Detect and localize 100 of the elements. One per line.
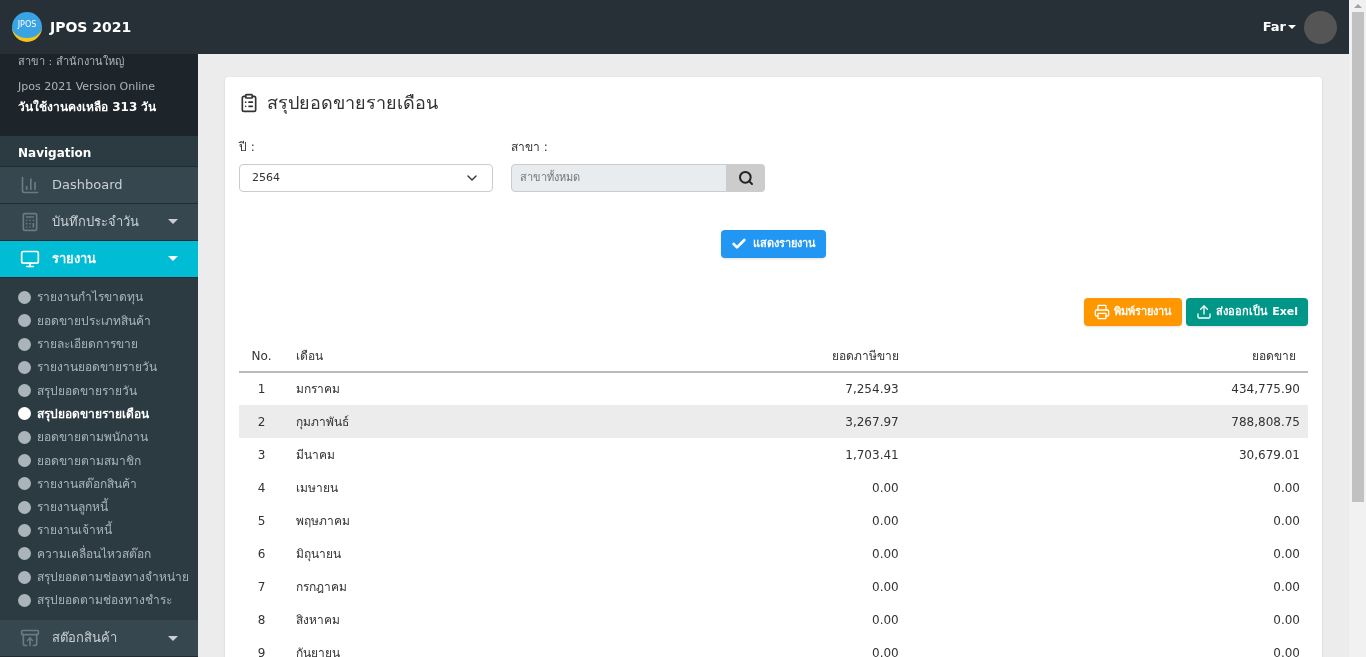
table-row[interactable]: 7 กรกฎาคม 0.00 0.00 [239, 570, 1308, 603]
table-row[interactable]: 3 มีนาคม 1,703.41 30,679.01 [239, 438, 1308, 471]
bullet-icon [18, 384, 31, 398]
table-cell-text: 0.00 [1272, 479, 1301, 497]
bullet-icon [18, 593, 31, 607]
table-cell-text: กันยายน [295, 644, 341, 657]
table-cell-text: กรกฎาคม [295, 578, 348, 596]
bullet-icon [18, 523, 31, 537]
column-header: เดือน [284, 340, 484, 372]
table-row[interactable]: 4 เมษายน 0.00 0.00 [239, 471, 1308, 504]
report-link[interactable]: สรุปยอดขายรายวัน [0, 379, 198, 403]
table-cell-text: 0.00 [871, 512, 900, 530]
table-cell-text: มิถุนายน [295, 545, 342, 564]
table-cell: 434,775.90 [910, 372, 1308, 405]
table-cell-text: 9 [256, 644, 267, 657]
column-header: No. [239, 340, 284, 372]
table-cell: กุมภาพันธ์ [284, 405, 484, 438]
check-icon [731, 236, 747, 252]
table-cell-text: 0.00 [871, 644, 900, 657]
box-icon [20, 628, 40, 648]
version-text: Jpos 2021 Version Online [18, 78, 157, 95]
page-title: สรุปยอดขายรายเดือน [267, 91, 438, 116]
table-cell-text: 5 [256, 512, 267, 530]
show-report-button[interactable]: แสดงรายงาน [721, 230, 826, 258]
report-link[interactable]: สรุปยอดตามช่องทางจำหน่าย [0, 565, 198, 589]
table-cell: 1 [239, 372, 284, 405]
report-link[interactable]: รายงานลูกหนี้ [0, 495, 198, 519]
search-icon [738, 170, 754, 186]
table-row[interactable]: 5 พฤษภาคม 0.00 0.00 [239, 504, 1308, 537]
table-cell-text: 0.00 [1272, 611, 1301, 629]
bullet-icon [18, 570, 31, 584]
report-link[interactable]: รายละเอียดการขาย [0, 332, 198, 356]
monitor-icon [20, 248, 40, 269]
table-cell: มกราคม [284, 372, 484, 405]
branch-text: สาขา : สำนักงานใหญ่ [18, 54, 125, 70]
bullet-icon [18, 291, 31, 304]
column-header: ยอดภาษีขาย [484, 340, 911, 372]
table-cell: 1,703.41 [484, 438, 911, 471]
upload-icon [1196, 304, 1213, 320]
table-row[interactable]: 9 กันยายน 0.00 0.00 [239, 636, 1308, 657]
branch-label: สาขา : [511, 139, 549, 156]
column-header: ยอดขาย [910, 340, 1308, 372]
table-cell: มีนาคม [284, 438, 484, 471]
bullet-icon [18, 337, 31, 351]
nav-item[interactable]: สต๊อกสินค้า [0, 620, 198, 657]
table-cell: 2 [239, 405, 284, 438]
scroll-up-icon [1353, 4, 1362, 8]
report-link[interactable]: ยอดขายตามพนักงาน [0, 425, 198, 449]
report-link[interactable]: รายงานกำไรขาดทุน [0, 285, 198, 310]
table-cell: 788,808.75 [910, 405, 1308, 438]
table-cell-text: 0.00 [871, 479, 900, 497]
branch-field[interactable]: สาขาทั้งหมด [511, 164, 727, 192]
report-link[interactable]: ยอดขายประเภทสินค้า [0, 309, 198, 333]
bullet-icon [18, 454, 31, 468]
table-row[interactable]: 6 มิถุนายน 0.00 0.00 [239, 537, 1308, 570]
table-cell-text: 0.00 [1272, 578, 1301, 596]
table-cell: 30,679.01 [910, 438, 1308, 471]
table-cell-text: 0.00 [1272, 512, 1301, 530]
cash-register-icon [20, 211, 40, 232]
year-select[interactable]: 2564 [239, 164, 493, 192]
table-cell-text: 0.00 [871, 611, 900, 629]
scrollbar-thumb[interactable] [1351, 12, 1364, 502]
bullet-icon [18, 500, 31, 514]
table-row[interactable]: 1 มกราคม 7,254.93 434,775.90 [239, 372, 1308, 405]
table-cell-text: เมษายน [295, 479, 339, 497]
nav-item[interactable]: Dashboard [0, 166, 198, 204]
table-cell-text: 4 [256, 479, 267, 497]
table-cell-text: 7 [256, 578, 267, 596]
table-cell-text: 8 [256, 611, 267, 629]
search-button[interactable] [727, 164, 765, 192]
table-row[interactable]: 8 สิงหาคม 0.00 0.00 [239, 603, 1308, 636]
report-link[interactable]: สรุปยอดขายรายเดือน [0, 402, 198, 426]
report-link[interactable]: รายงานยอดขายรายวัน [0, 355, 198, 380]
days-left-text: วันใช้งานคงเหลือ 313 วัน [18, 98, 158, 116]
bullet-icon [18, 407, 31, 421]
section-title: Navigation [18, 144, 92, 162]
report-link[interactable]: รายงานสต๊อกสินค้า [0, 472, 198, 496]
export-button[interactable]: ส่งออกเป็น Exel [1186, 298, 1308, 326]
year-label: ปี : [239, 139, 256, 156]
report-link[interactable]: สรุปยอดตามช่องทางชำระ [0, 588, 198, 612]
table-cell-text: 0.00 [871, 545, 900, 563]
report-link[interactable]: ความเคลื่อนไหวสต๊อก [0, 542, 198, 566]
report-link[interactable]: ยอดขายตามสมาชิก [0, 448, 198, 473]
scrollbar[interactable] [1349, 0, 1366, 657]
avatar[interactable] [1304, 10, 1337, 44]
clipboard-icon [239, 92, 259, 113]
caret-icon [1288, 25, 1296, 29]
logo-text: JPOS [17, 19, 37, 31]
table-cell-text: 0.00 [1272, 644, 1301, 657]
user-menu[interactable]: Far [1262, 17, 1296, 37]
nav-item[interactable]: บันทึกประจำวัน [0, 203, 198, 241]
bullet-icon [18, 547, 31, 561]
chart-icon [20, 174, 40, 195]
table-cell-text: 0.00 [1272, 545, 1301, 563]
table-cell-text: 0.00 [871, 578, 900, 596]
bullet-icon [18, 477, 31, 491]
table-cell-text: 6 [256, 545, 267, 563]
report-link[interactable]: รายงานเจ้าหนี้ [0, 518, 198, 543]
printer-icon [1094, 304, 1111, 320]
table-cell: 3 [239, 438, 284, 471]
